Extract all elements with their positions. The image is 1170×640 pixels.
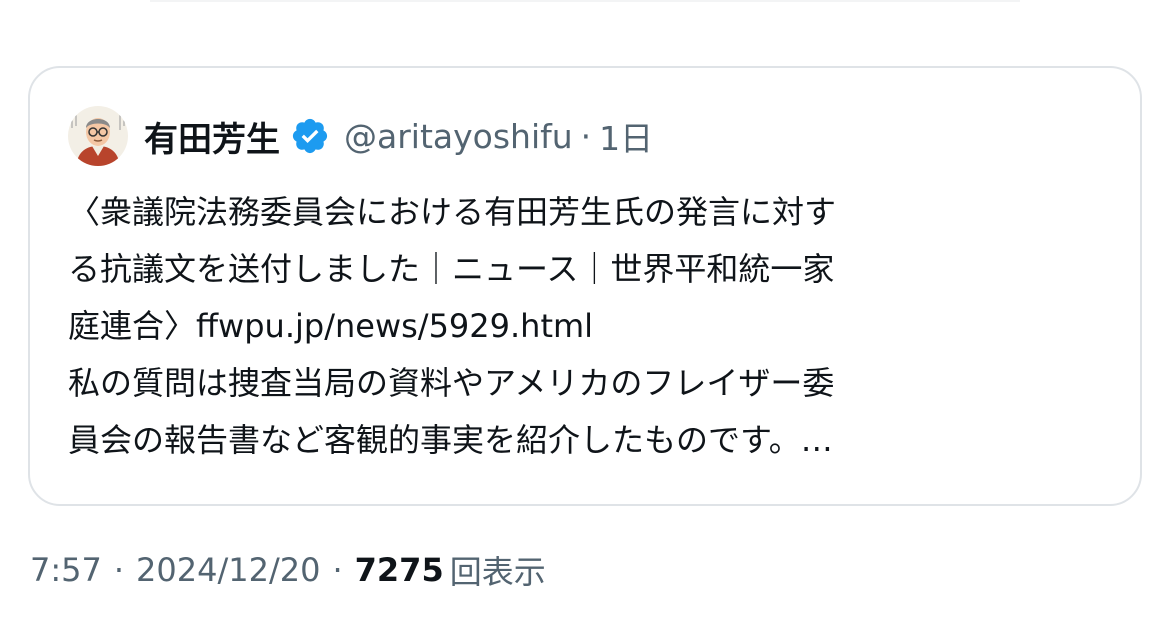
tweet-footer-meta: 7:57 · 2024/12/20 · 7275 回表示 <box>30 540 546 600</box>
tweet-text-line: 員会の報告書など客観的事実を紹介したものです。… <box>68 421 833 459</box>
quoted-tweet-card[interactable]: 有田芳生 @aritayoshifu · 1日 〈衆議院法務委員会における有田芳… <box>28 66 1142 506</box>
view-count[interactable]: 7275 <box>355 551 444 589</box>
top-divider <box>150 0 1020 2</box>
post-time[interactable]: 7:57 <box>30 551 102 589</box>
author-handle[interactable]: @aritayoshifu <box>344 117 573 156</box>
tweet-text-line: 庭連合〉ffwpu.jp/news/5929.html <box>68 307 594 345</box>
quoted-tweet-text: 〈衆議院法務委員会における有田芳生氏の発言に対す る抗議文を送付しました｜ニュー… <box>68 184 1108 469</box>
view-count-label[interactable]: 回表示 <box>450 547 546 593</box>
footer-separator: · <box>113 551 125 589</box>
footer-separator: · <box>332 551 343 589</box>
post-date[interactable]: 2024/12/20 <box>136 551 320 589</box>
avatar-portrait-icon <box>68 106 128 166</box>
tweet-text-line: る抗議文を送付しました｜ニュース｜世界平和統一家 <box>68 250 835 288</box>
tweet-age[interactable]: 1日 <box>599 112 653 160</box>
author-display-name[interactable]: 有田芳生 <box>144 112 280 161</box>
meta-separator: · <box>580 116 592 156</box>
tweet-text-line: 私の質問は捜査当局の資料やアメリカのフレイザー委 <box>68 364 835 402</box>
author-avatar[interactable] <box>68 106 128 166</box>
tweet-text-line: 〈衆議院法務委員会における有田芳生氏の発言に対す <box>68 193 837 231</box>
quoted-tweet-author-row[interactable]: 有田芳生 @aritayoshifu · 1日 <box>68 104 653 168</box>
verified-badge-icon <box>290 116 330 156</box>
